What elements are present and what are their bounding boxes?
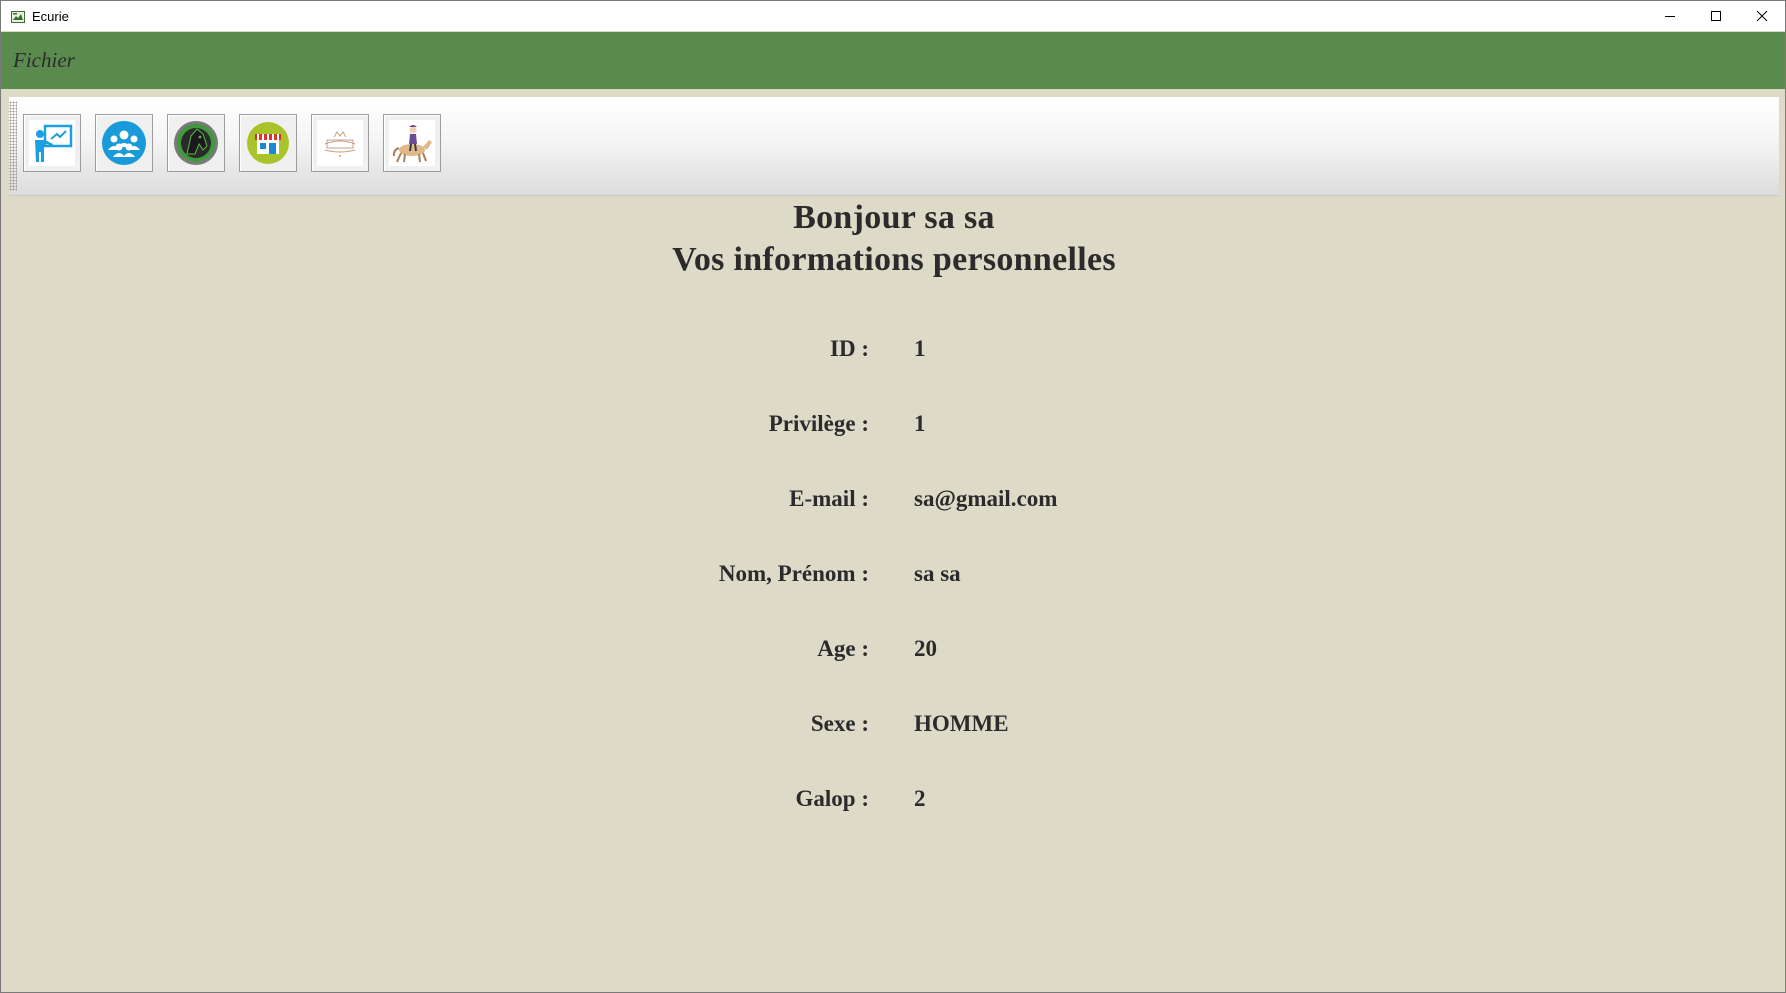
toolbar-grip[interactable] [9, 101, 17, 191]
field-value-age: 20 [914, 636, 937, 661]
menu-bar: Fichier [1, 32, 1785, 89]
window-controls [1647, 1, 1785, 31]
field-label-galop: Galop : [795, 786, 869, 811]
greeting-title: Bonjour sa sa [793, 199, 995, 236]
minimize-icon [1665, 16, 1675, 17]
field-label-age: Age : [817, 636, 869, 661]
field-value-galop: 2 [914, 786, 926, 811]
window-title: Ecurie [32, 8, 69, 24]
field-label-sex: Sexe : [810, 711, 869, 736]
minimize-button[interactable] [1647, 1, 1693, 31]
rider-on-horse-icon [389, 120, 435, 166]
field-label-name: Nom, Prénom : [718, 561, 869, 586]
toolbar-button-horses[interactable] [167, 114, 225, 172]
field-label-email: E-mail : [789, 486, 869, 511]
teacher-board-icon [29, 120, 75, 166]
field-value-name: sa sa [914, 561, 961, 586]
field-label-id: ID : [830, 336, 869, 361]
horse-head-icon [174, 121, 218, 165]
toolbar-button-members[interactable] [95, 114, 153, 172]
title-bar[interactable]: Ecurie [1, 1, 1785, 31]
menu-fichier[interactable]: Fichier [13, 48, 75, 73]
field-value-privilege: 1 [914, 411, 926, 436]
field-label-privilege: Privilège : [768, 411, 869, 436]
app-window: Ecurie Fichier Bonjour sa sa Vos informa… [0, 0, 1786, 993]
field-value-email: sa@gmail.com [914, 486, 1058, 511]
field-value-id: 1 [914, 336, 926, 361]
toolbar-button-events[interactable] [311, 114, 369, 172]
page-title: Vos informations personnelles [672, 241, 1116, 278]
maximize-button[interactable] [1693, 1, 1739, 31]
close-button[interactable] [1739, 1, 1785, 31]
event-logo-icon [317, 120, 363, 166]
field-value-sex: HOMME [914, 711, 1009, 736]
toolbar-button-shop[interactable] [239, 114, 297, 172]
app-icon [11, 10, 25, 23]
shop-store-icon [247, 122, 289, 164]
close-icon [1756, 10, 1768, 22]
toolbar-button-teacher[interactable] [23, 114, 81, 172]
group-users-icon [102, 121, 146, 165]
toolbar-button-lessons[interactable] [383, 114, 441, 172]
maximize-icon [1711, 11, 1721, 21]
toolbar [9, 97, 1779, 196]
